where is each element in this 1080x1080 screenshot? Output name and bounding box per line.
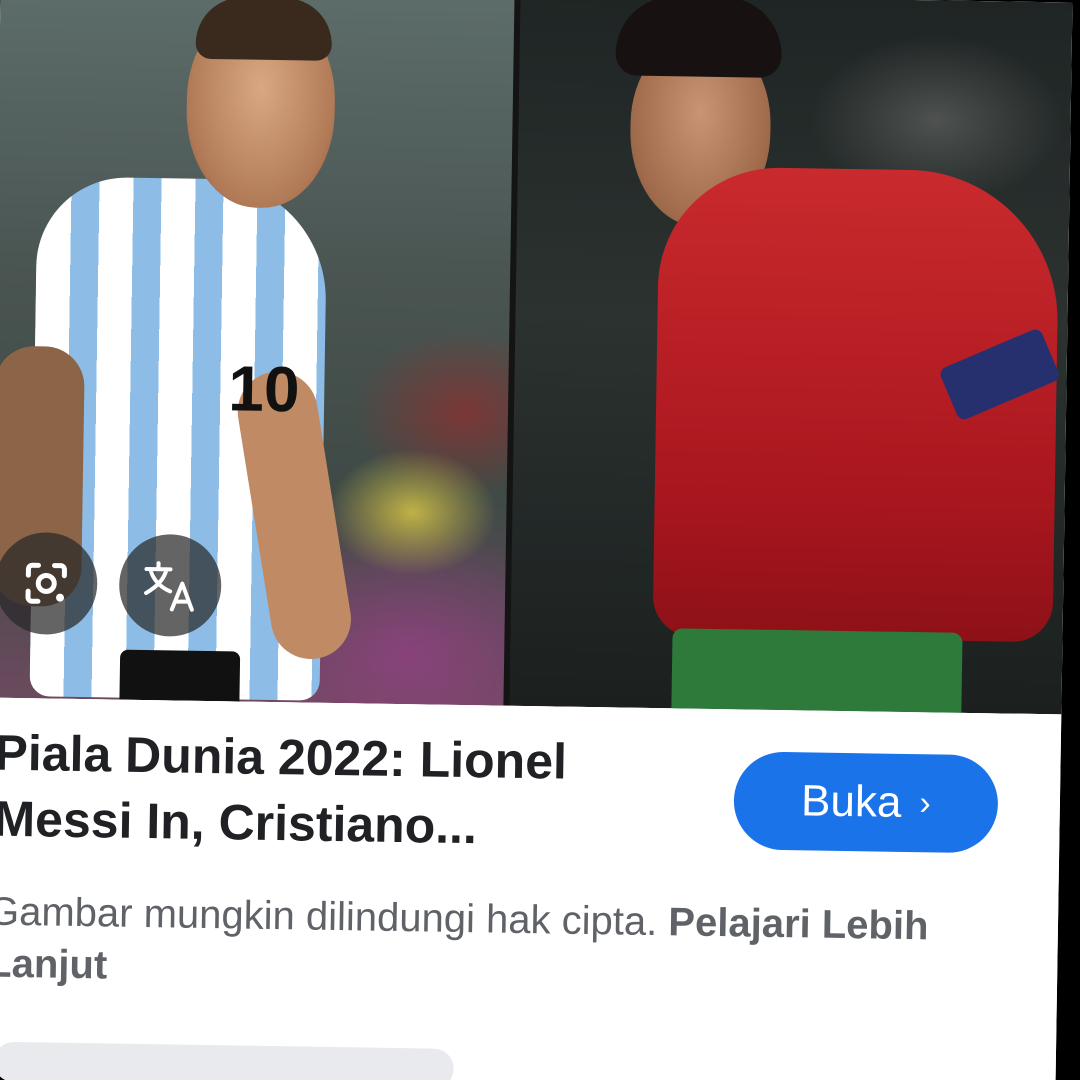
result-title[interactable]: Piala Dunia 2022: Lionel Messi In, Crist… xyxy=(0,720,695,863)
copyright-notice: Gambar mungkin dilindungi hak cipta. Pel… xyxy=(0,886,988,1006)
next-item-preview xyxy=(0,1041,454,1080)
chevron-right-icon: › xyxy=(919,784,932,823)
google-lens-icon xyxy=(25,562,67,604)
right-player-hair xyxy=(615,0,783,78)
open-button[interactable]: Buka › xyxy=(733,751,999,854)
result-image[interactable]: 10 xyxy=(0,0,1073,715)
left-player-hair xyxy=(195,0,333,61)
shirt-number: 10 xyxy=(227,352,301,426)
result-card: 10 Piala Dunia 2022: Lionel Messi In, Cr… xyxy=(0,0,1073,1080)
screen: 10 Piala Dunia 2022: Lionel Messi In, Cr… xyxy=(0,0,1080,1080)
right-player-shorts xyxy=(671,628,963,715)
result-details: Piala Dunia 2022: Lionel Messi In, Crist… xyxy=(0,697,1062,1080)
left-player-shorts xyxy=(119,649,241,702)
copyright-text: Gambar mungkin dilindungi hak cipta. xyxy=(0,889,658,945)
open-button-label: Buka xyxy=(800,776,902,827)
translate-icon xyxy=(144,561,194,612)
